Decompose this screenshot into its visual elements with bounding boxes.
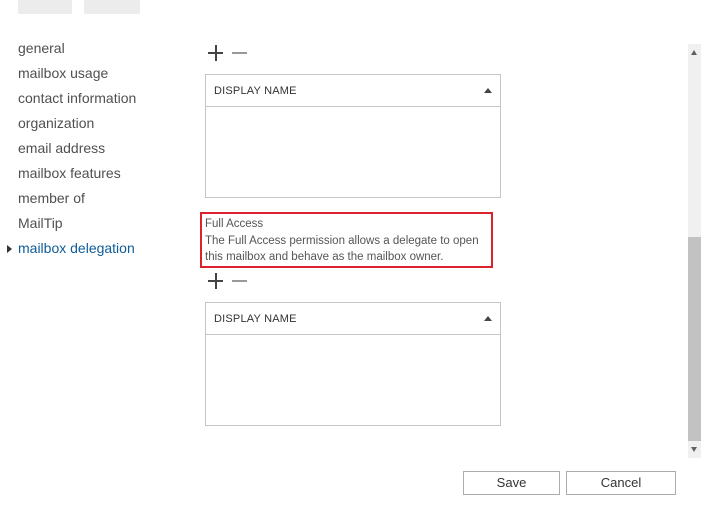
blurred-header-text-2 [84,0,140,14]
delegates-grid-1[interactable]: DISPLAY NAME [205,74,501,198]
scroll-up-icon[interactable] [691,50,697,55]
sidebar-nav: general mailbox usage contact informatio… [7,36,188,261]
caret-right-icon [7,245,12,253]
vertical-scrollbar[interactable] [688,44,701,458]
blurred-header-text [18,0,72,14]
sidebar-item-mailtip[interactable]: MailTip [18,211,188,236]
sidebar-item-organization[interactable]: organization [18,111,188,136]
grid-header[interactable]: DISPLAY NAME [206,75,500,107]
delegates-grid-2[interactable]: DISPLAY NAME [205,302,501,426]
sidebar-item-general[interactable]: general [18,36,188,61]
column-header-display-name: DISPLAY NAME [214,84,297,97]
plus-icon[interactable] [207,45,225,61]
save-button[interactable]: Save [463,471,560,495]
full-access-title: Full Access [205,218,264,230]
sidebar-item-mailbox-usage[interactable]: mailbox usage [18,61,188,86]
minus-icon[interactable] [231,273,249,289]
sidebar-item-label: mailbox delegation [18,240,135,256]
scroll-down-icon[interactable] [691,447,697,452]
minus-icon[interactable] [231,45,249,61]
sidebar-item-contact-information[interactable]: contact information [18,86,188,111]
sort-up-icon[interactable] [484,316,492,321]
scroll-thumb[interactable] [688,237,701,441]
sidebar-item-email-address[interactable]: email address [18,136,188,161]
full-access-description: The Full Access permission allows a dele… [205,235,479,263]
sort-up-icon[interactable] [484,88,492,93]
plus-icon[interactable] [207,273,225,289]
sidebar-item-mailbox-features[interactable]: mailbox features [18,161,188,186]
sidebar-item-member-of[interactable]: member of [18,186,188,211]
column-header-display-name: DISPLAY NAME [214,312,297,325]
cancel-button[interactable]: Cancel [566,471,676,495]
sidebar-item-mailbox-delegation[interactable]: mailbox delegation [7,236,188,261]
grid-header[interactable]: DISPLAY NAME [206,303,500,335]
